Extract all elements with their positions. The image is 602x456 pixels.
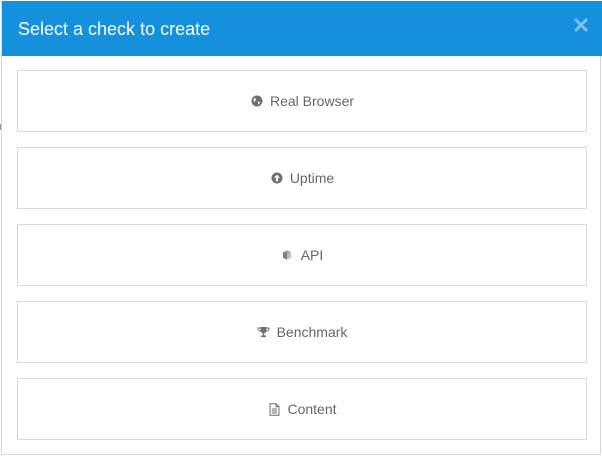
cubes-icon bbox=[281, 248, 295, 262]
uptime-label: Uptime bbox=[289, 170, 335, 186]
trophy-icon bbox=[257, 325, 271, 339]
close-icon bbox=[572, 16, 590, 34]
content-option[interactable]: Content bbox=[17, 378, 587, 440]
real-browser-option[interactable]: Real Browser bbox=[17, 70, 587, 132]
arrow-up-circle-icon bbox=[270, 171, 284, 185]
modal-title: Select a check to create bbox=[18, 19, 211, 39]
api-option[interactable]: API bbox=[17, 224, 587, 286]
api-label: API bbox=[300, 247, 324, 263]
benchmark-label: Benchmark bbox=[276, 324, 348, 340]
document-icon bbox=[267, 402, 281, 416]
close-button[interactable] bbox=[572, 16, 590, 34]
content-label: Content bbox=[287, 401, 337, 417]
real-browser-label: Real Browser bbox=[269, 93, 355, 109]
create-check-modal: Select a check to create Real Browser Up… bbox=[1, 1, 602, 455]
benchmark-option[interactable]: Benchmark bbox=[17, 301, 587, 363]
uptime-option[interactable]: Uptime bbox=[17, 147, 587, 209]
globe-icon bbox=[250, 94, 264, 108]
modal-header: Select a check to create bbox=[2, 1, 602, 56]
check-type-list: Real Browser Uptime API Benchmark Conten… bbox=[17, 70, 587, 455]
